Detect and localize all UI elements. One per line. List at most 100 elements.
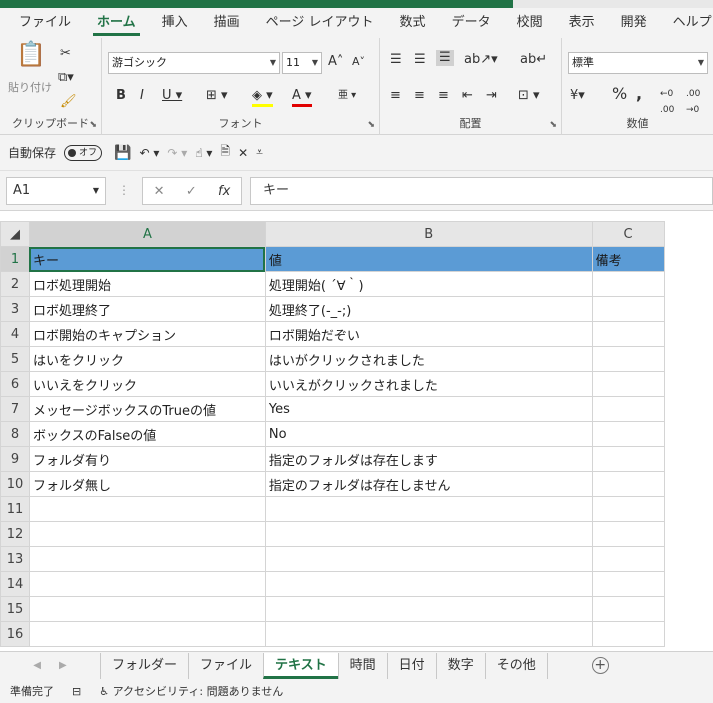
ribbon-tab-review[interactable]: 校閲: [504, 8, 556, 38]
cell-a[interactable]: いいえをクリック: [28, 371, 266, 397]
cell-c[interactable]: [591, 521, 665, 547]
sheet-tab-file[interactable]: ファイル: [188, 652, 263, 679]
cell-c[interactable]: [591, 271, 665, 297]
row-header[interactable]: 10: [0, 471, 30, 497]
ribbon-tab-view[interactable]: 表示: [556, 8, 608, 38]
cell-b[interactable]: 処理終了(-_-;): [264, 296, 593, 322]
cell-c[interactable]: [591, 621, 665, 647]
row-header[interactable]: 6: [0, 371, 30, 397]
alignment-launcher-icon[interactable]: ⬊: [549, 120, 557, 130]
cell-c[interactable]: [591, 446, 665, 472]
sheet-tab-date[interactable]: 日付: [386, 652, 436, 679]
cell-b[interactable]: ロボ開始だぞい: [264, 321, 593, 347]
row-header[interactable]: 13: [0, 546, 30, 572]
paste-button[interactable]: 貼り付け: [8, 80, 52, 96]
cell-b[interactable]: いいえがクリックされました: [264, 371, 593, 397]
percent-icon[interactable]: %: [612, 86, 627, 102]
cell-a[interactable]: [28, 621, 266, 647]
wrap-text-icon[interactable]: ab↵: [520, 52, 547, 68]
clipboard-launcher-icon[interactable]: ⬊: [89, 120, 97, 130]
align-top-icon[interactable]: ☰: [390, 52, 402, 68]
cell-a[interactable]: [28, 596, 266, 622]
cell-a[interactable]: [28, 546, 266, 572]
format-painter-icon[interactable]: 🖌: [60, 94, 77, 110]
prev-sheet-icon[interactable]: ◀: [33, 660, 41, 671]
row-header[interactable]: 15: [0, 596, 30, 622]
cell-a[interactable]: ロボ開始のキャプション: [28, 321, 266, 347]
ribbon-tab-page-layout[interactable]: ページ レイアウト: [253, 8, 387, 38]
ribbon-tab-home[interactable]: ホーム: [84, 8, 149, 38]
cell-b[interactable]: [264, 621, 593, 647]
cell-c[interactable]: [591, 296, 665, 322]
accounting-format-icon[interactable]: ¥▾: [570, 88, 585, 104]
row-header[interactable]: 12: [0, 521, 30, 547]
cell-c[interactable]: [591, 346, 665, 372]
ribbon-tab-draw[interactable]: 描画: [201, 8, 253, 38]
cell-b[interactable]: [264, 496, 593, 522]
cell-b[interactable]: No: [264, 421, 593, 447]
sheet-tab-folder[interactable]: フォルダー: [100, 652, 188, 679]
cell-a[interactable]: [28, 521, 266, 547]
bold-icon[interactable]: B: [116, 88, 126, 104]
sheet-tab-time[interactable]: 時間: [337, 652, 387, 679]
cell-a[interactable]: はいをクリック: [28, 346, 266, 372]
cell-c[interactable]: [591, 396, 665, 422]
cell-b[interactable]: [264, 546, 593, 572]
ribbon-tab-file[interactable]: ファイル: [6, 8, 84, 38]
merge-center-icon[interactable]: ⊡ ▾: [518, 88, 540, 104]
decrease-decimal-icon[interactable]: .00 →0: [686, 86, 700, 118]
underline-icon[interactable]: U ▾: [162, 88, 182, 104]
row-header[interactable]: 7: [0, 396, 30, 422]
cell-a[interactable]: ロボ処理開始: [28, 271, 266, 297]
cell-b[interactable]: Yes: [264, 396, 593, 422]
autosave-toggle[interactable]: オフ: [64, 144, 103, 161]
cell-b[interactable]: [264, 521, 593, 547]
cell-b[interactable]: [264, 571, 593, 597]
cell-a[interactable]: [28, 496, 266, 522]
cell-c[interactable]: [591, 471, 665, 497]
cell-a[interactable]: フォルダ有り: [28, 446, 266, 472]
cancel-icon[interactable]: ✕: [154, 184, 165, 199]
ribbon-tab-help[interactable]: ヘルプ: [660, 8, 713, 38]
cell-c[interactable]: 備考: [591, 246, 665, 272]
select-all-corner[interactable]: ◢: [0, 221, 30, 247]
row-header[interactable]: 14: [0, 571, 30, 597]
name-box[interactable]: A1 ▼: [6, 177, 106, 205]
cell-a[interactable]: ボックスのFalseの値: [28, 421, 266, 447]
ribbon-tab-data[interactable]: データ: [439, 8, 504, 38]
borders-icon[interactable]: ⊞ ▾: [206, 88, 228, 104]
font-launcher-icon[interactable]: ⬊: [367, 120, 375, 130]
undo-icon[interactable]: ↶ ▾: [139, 146, 159, 160]
row-header[interactable]: 3: [0, 296, 30, 322]
increase-decimal-icon[interactable]: ←0.00: [660, 86, 674, 118]
cell-b[interactable]: 指定のフォルダは存在しません: [264, 471, 593, 497]
font-size-combo[interactable]: 11 ▼: [282, 52, 322, 74]
row-header[interactable]: 8: [0, 421, 30, 447]
print-preview-icon[interactable]: 🗎: [220, 142, 230, 163]
align-left-icon[interactable]: ≡: [390, 88, 401, 104]
row-header[interactable]: 5: [0, 346, 30, 372]
font-name-combo[interactable]: 游ゴシック ▼: [108, 52, 280, 74]
cell-c[interactable]: [591, 321, 665, 347]
cell-a[interactable]: キー: [28, 246, 266, 272]
ribbon-tab-formulas[interactable]: 数式: [387, 8, 439, 38]
fill-color-icon[interactable]: ◈ ▾: [252, 88, 273, 107]
cell-b[interactable]: 値: [264, 246, 593, 272]
save-icon[interactable]: 💾: [114, 145, 131, 161]
row-header[interactable]: 16: [0, 621, 30, 647]
row-header[interactable]: 11: [0, 496, 30, 522]
formula-input[interactable]: キー: [250, 177, 713, 205]
ribbon-tab-insert[interactable]: 挿入: [149, 8, 201, 38]
align-right-icon[interactable]: ≡: [438, 88, 449, 104]
add-sheet-icon[interactable]: +: [591, 657, 609, 674]
copy-icon[interactable]: ⧉▾: [58, 70, 74, 86]
cell-a[interactable]: メッセージボックスのTrueの値: [28, 396, 266, 422]
increase-font-icon[interactable]: A˄: [328, 54, 343, 70]
cell-b[interactable]: はいがクリックされました: [264, 346, 593, 372]
enter-icon[interactable]: ✓: [186, 184, 197, 199]
cut-icon[interactable]: ✂: [60, 46, 71, 62]
column-header-a[interactable]: A: [28, 221, 266, 247]
customize-qat-icon[interactable]: ⩡: [256, 145, 263, 160]
touch-mode-icon[interactable]: ☝ ▾: [195, 146, 212, 160]
accessibility-status[interactable]: ♿ アクセシビリティ: 問題ありません: [99, 683, 283, 699]
